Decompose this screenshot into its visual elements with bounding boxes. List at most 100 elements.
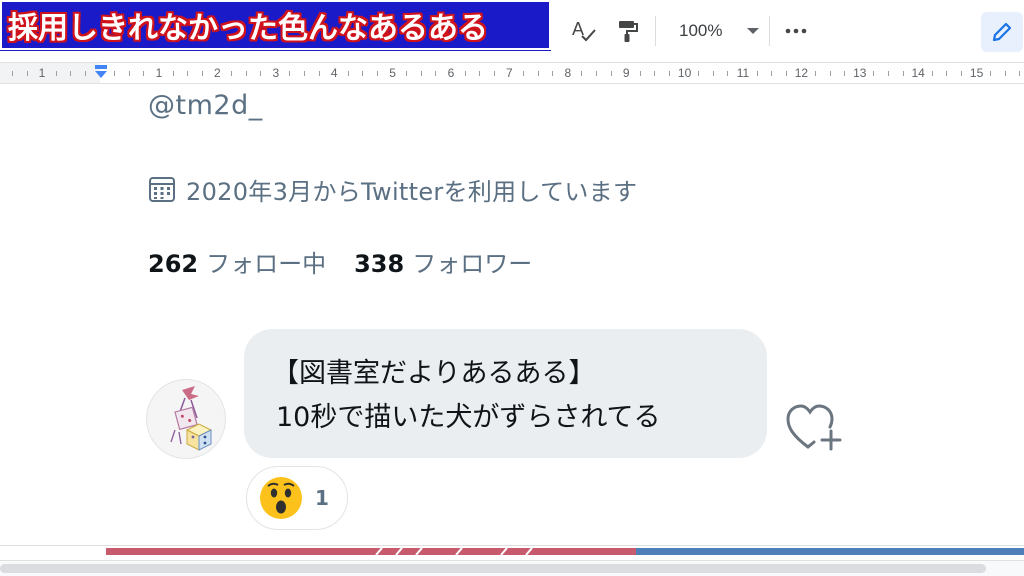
ruler-tick [201, 71, 203, 76]
ruler-number: 12 [794, 66, 809, 80]
ruler-tick [1019, 71, 1021, 76]
ruler-tick [902, 71, 904, 76]
ruler-tick [698, 71, 700, 76]
ruler-tick [596, 71, 597, 76]
reaction-pill[interactable]: 1 [246, 466, 348, 530]
ruler-tick [493, 71, 495, 76]
video-title-banner: 採用しきれなかった色んなあるある [0, 0, 552, 51]
paint-format-icon [619, 21, 638, 42]
message-line-1: 【図書室だよりあるある】 [272, 358, 596, 389]
ruler-tick [231, 71, 232, 76]
surprised-face-icon [260, 477, 302, 519]
ruler-tick [304, 71, 305, 76]
ruler-tick [639, 71, 641, 76]
ruler-tick [523, 71, 524, 76]
paint-format-button[interactable] [611, 14, 645, 48]
ruler-number: 5 [389, 66, 396, 80]
scrollbar-thumb[interactable] [0, 564, 986, 573]
zoom-select[interactable]: 100% [667, 14, 763, 48]
horizontal-scrollbar[interactable] [0, 560, 1024, 576]
ruler-number: 1 [38, 66, 46, 80]
joined-date-row: 2020年3月からTwitterを利用しています [148, 173, 638, 206]
ruler-tick [377, 71, 378, 76]
ruler-tick [961, 71, 962, 76]
ruler-number: 3 [272, 66, 280, 80]
ruler-number: 14 [911, 66, 925, 80]
ruler-tick [479, 71, 481, 76]
docs-toolbar: A 100% [551, 0, 1024, 62]
ruler-tick [712, 71, 714, 76]
ruler-tick [727, 71, 729, 76]
ruler-number: 15 [969, 66, 984, 80]
joined-date-text: 2020年3月からTwitterを利用しています [186, 177, 638, 206]
ruler-tick [406, 71, 408, 76]
profile-handle: @tm2d_ [148, 90, 263, 121]
ruler-tick [537, 71, 539, 76]
ruler-tick [756, 71, 758, 76]
ruler-tick [420, 71, 422, 76]
follow-stats: 262 フォロー中 338 フォロワー [148, 244, 560, 279]
message-bubble[interactable]: 【図書室だよりあるある】 10秒で描いた犬がずらされてる [244, 329, 767, 458]
ruler-number: 9 [622, 66, 630, 80]
followers-count[interactable]: 338 [354, 250, 404, 278]
toolbar-divider [769, 16, 770, 46]
avatar[interactable] [146, 379, 226, 459]
editing-mode-button[interactable] [981, 12, 1023, 52]
ruler-tick [931, 71, 933, 76]
ruler-number: 13 [853, 66, 867, 80]
ruler-tick [669, 71, 670, 76]
ruler-tick [143, 71, 145, 76]
ruler-tick [362, 71, 364, 76]
ruler-tick [844, 71, 846, 76]
ruler: 1 1 2 3 4 5 6 7 8 9 10 11 12 13 14 15 [0, 62, 1024, 84]
ruler-tick [85, 71, 86, 76]
ruler-number: 6 [447, 66, 455, 80]
ruler-tick [771, 71, 773, 76]
add-reaction-button[interactable] [786, 403, 844, 453]
ruler-tick [55, 71, 57, 76]
spellcheck-icon: A [572, 19, 596, 42]
ruler-tick [289, 71, 291, 76]
ruler-tick [318, 71, 320, 76]
ruler-tick [552, 71, 554, 76]
ruler-number: 2 [214, 66, 221, 80]
heart-plus-icon [786, 404, 842, 451]
calendar-icon [149, 177, 175, 202]
ruler-tick [464, 71, 466, 76]
following-label[interactable]: フォロー中 [206, 244, 326, 279]
more-icon [785, 28, 807, 34]
video-progress-bar[interactable] [106, 548, 1024, 555]
ruler-tick [435, 71, 437, 76]
more-options-button[interactable] [779, 14, 813, 48]
edit-pencil-icon [992, 22, 1012, 42]
ruler-tick [873, 71, 875, 76]
ruler-number: 10 [677, 66, 692, 80]
ruler-tick [946, 71, 948, 76]
ruler-tick [347, 71, 349, 76]
ruler-tick [829, 71, 831, 76]
page-divider [0, 545, 1024, 546]
ruler-tick [70, 71, 72, 76]
ruler-number: 1 [155, 66, 163, 80]
ruler-tick [26, 71, 28, 76]
reaction-count: 1 [315, 486, 329, 510]
toolbar-divider [655, 16, 656, 46]
ruler-tick [990, 71, 992, 76]
chevron-down-icon [747, 28, 759, 34]
ruler-tick [610, 71, 612, 76]
ruler-tick [172, 71, 174, 76]
video-title: 採用しきれなかった色んなあるある [8, 11, 488, 46]
ruler-number: 7 [506, 66, 513, 80]
spellcheck-button[interactable]: A [567, 14, 601, 48]
ruler-number: 8 [564, 66, 572, 80]
ruler-tick [187, 71, 189, 76]
ruler-tick [581, 71, 583, 76]
ruler-tick [245, 71, 247, 76]
ruler-number: 4 [330, 66, 338, 80]
indent-marker-icon[interactable] [93, 65, 109, 79]
ruler-tick [888, 71, 889, 76]
ruler-tick [815, 71, 816, 76]
ruler-number: 11 [736, 66, 750, 80]
following-count[interactable]: 262 [148, 250, 198, 278]
followers-label[interactable]: フォロワー [412, 244, 532, 279]
